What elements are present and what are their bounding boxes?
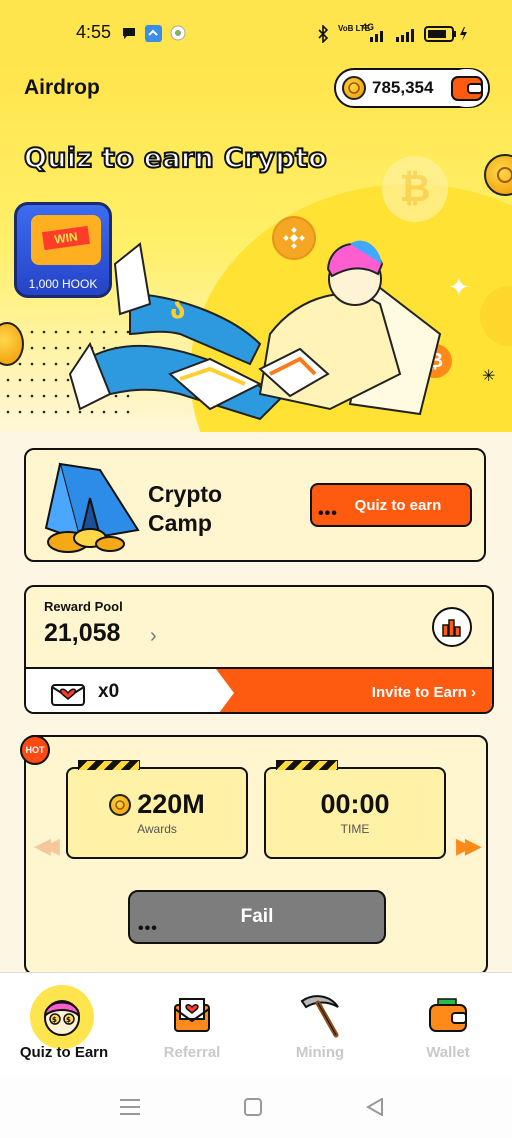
avatar-icon: $ $: [30, 985, 94, 1049]
time-value: 00:00: [320, 789, 390, 819]
invite-to-earn-button[interactable]: Invite to Earn ›: [216, 669, 492, 712]
awards-value: 220M: [137, 789, 205, 819]
invite-label: Invite to Earn ›: [371, 684, 476, 701]
bluetooth-icon: [316, 24, 332, 44]
quiz-to-earn-button[interactable]: ••• Quiz to earn: [310, 483, 472, 527]
pickaxe-icon: [300, 995, 339, 1038]
nav-label: Referral: [163, 1044, 221, 1061]
ticket-area: x0: [26, 669, 236, 712]
fail-button[interactable]: ••• Fail: [128, 890, 386, 944]
hazard-stripe-decoration: [78, 760, 140, 770]
tent-illustration: [44, 462, 140, 553]
dots-icon: •••: [318, 505, 338, 522]
reward-pool-value[interactable]: 21,058: [44, 619, 120, 648]
fail-label: Fail: [240, 906, 274, 927]
sparkle-small-icon: ✳: [482, 368, 496, 385]
awards-box: 220M Awards: [66, 760, 248, 859]
reward-pool-card: Reward Pool 21,058 › x0 Invite to Earn ›: [24, 585, 494, 714]
awards-label: Awards: [137, 822, 177, 836]
nav-quiz-to-earn[interactable]: $ $ Quiz to Earn: [0, 973, 128, 1077]
nav-wallet[interactable]: Wallet: [384, 973, 512, 1077]
chat-icon: [121, 25, 137, 41]
promo-label: 1,000 HOOK: [28, 277, 98, 291]
reward-pool-label: Reward Pool: [44, 599, 123, 614]
time-label: TIME: [340, 822, 370, 836]
dots-icon: •••: [138, 920, 158, 937]
envelope-heart-icon: [174, 998, 210, 1032]
envelope-heart-icon: [51, 684, 85, 706]
back-icon[interactable]: [365, 1097, 384, 1121]
status-bar: 4:55 VoB LTE 4G: [0, 0, 512, 64]
nav-label: Wallet: [426, 1044, 470, 1061]
page-title: Airdrop: [24, 76, 100, 99]
camp-title: Crypto Camp: [148, 481, 223, 536]
nav-mining[interactable]: Mining: [256, 973, 384, 1077]
app-notification-icon: [145, 25, 162, 42]
home-icon[interactable]: [244, 1098, 262, 1121]
arrow-left-icon[interactable]: ◀◀: [34, 833, 60, 859]
nav-label: Mining: [295, 1044, 345, 1061]
hazard-stripe-decoration: [276, 760, 338, 770]
coin-icon: [342, 76, 366, 100]
leaderboard-button[interactable]: [432, 607, 472, 647]
time-box: 00:00 TIME: [264, 760, 446, 859]
chevron-right-icon[interactable]: ›: [150, 625, 157, 648]
pool-bottom-bar: x0 Invite to Earn ›: [26, 667, 492, 712]
coin-icon: [109, 793, 132, 816]
svg-text:$: $: [66, 1016, 71, 1024]
quiz-button-label: Quiz to earn: [354, 496, 442, 514]
balance-value: 785,354: [372, 78, 434, 97]
arrow-right-icon[interactable]: ▶▶: [456, 833, 482, 859]
squiggle-decoration: ა: [170, 293, 186, 324]
hero-title: Quiz to earn Crypto: [23, 142, 328, 175]
battery-icon: [424, 26, 470, 47]
reading-character-illustration: [68, 240, 442, 421]
crypto-camp-card: Crypto Camp ••• Quiz to earn: [24, 448, 486, 562]
hot-badge: HOT: [20, 735, 50, 765]
bar-chart-icon: [442, 619, 461, 637]
svg-text:$: $: [52, 1016, 57, 1024]
quiz-game-panel: 220M Awards 00:00 TIME ◀◀ ▶▶ ••• Fail: [24, 735, 488, 975]
bitcoin-faded-icon: ₿: [382, 156, 448, 222]
wallet-button[interactable]: [446, 69, 488, 107]
sparkle-icon: ✦: [448, 272, 470, 302]
signal-icon: [366, 29, 418, 48]
status-time: 4:55: [76, 22, 112, 42]
wallet-icon: [429, 998, 467, 1032]
app-notification-icon-2: [170, 25, 186, 41]
ticket-count: x0: [98, 681, 120, 702]
nav-label: Quiz to Earn: [19, 1044, 109, 1061]
promo-card[interactable]: WIN 1,000 HOOK: [14, 202, 112, 298]
nav-referral[interactable]: Referral: [128, 973, 256, 1077]
menu-icon[interactable]: [120, 1098, 140, 1121]
system-nav-bar: [0, 1076, 512, 1138]
bottom-nav: $ $ Quiz to Earn Referral Mining Wallet: [0, 972, 512, 1076]
wallet-icon: [451, 76, 483, 101]
coin-icon: [484, 154, 512, 196]
